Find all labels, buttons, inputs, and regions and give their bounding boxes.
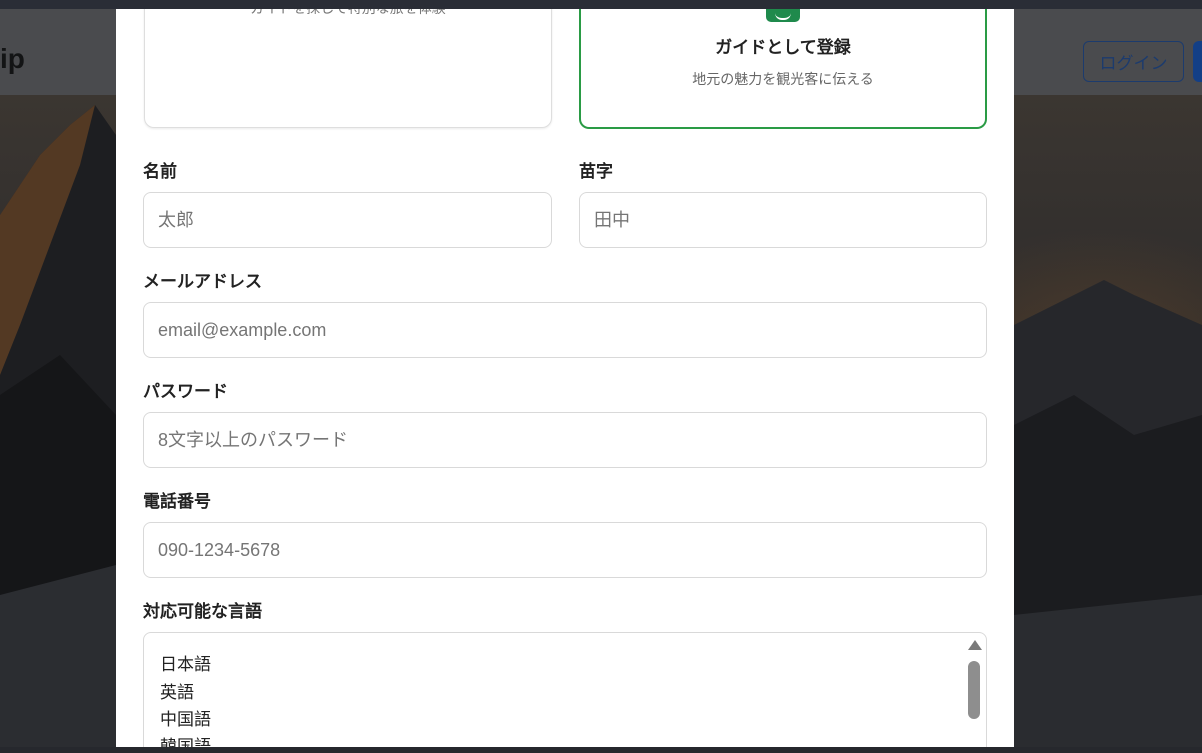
guide-card-description: 地元の魅力を観光客に伝える [692,72,874,88]
traveler-card-description: ガイドを探して特別な旅を体験 [250,9,446,17]
window-bottom-bar [0,747,1202,753]
phone-input[interactable] [143,522,987,578]
language-option[interactable]: 日本語 [160,650,211,675]
login-button[interactable]: ログイン [1083,41,1184,82]
registration-modal: ガイドを探して特別な旅を体験 ガイドとして登録 地元の魅力を観光客に伝える 名前… [116,9,1014,747]
signup-button[interactable] [1193,41,1202,82]
email-input[interactable] [143,302,987,358]
first-name-label: 名前 [143,162,177,182]
mountain-right-image [1014,280,1202,753]
password-input[interactable] [143,412,987,468]
languages-label: 対応可能な言語 [143,602,262,622]
window-top-bar [0,0,1202,9]
password-label: パスワード [143,382,228,402]
email-label: メールアドレス [143,272,262,292]
first-name-input[interactable] [143,192,552,248]
mountain-left-image [0,105,116,753]
last-name-label: 苗字 [579,162,613,182]
scroll-up-arrow-icon[interactable] [968,640,982,650]
guide-role-card[interactable]: ガイドとして登録 地元の魅力を観光客に伝える [579,9,987,129]
guide-card-title: ガイドとして登録 [715,38,851,58]
language-option[interactable]: 英語 [160,678,194,703]
traveler-role-card[interactable]: ガイドを探して特別な旅を体験 [144,9,552,128]
languages-listbox[interactable]: 日本語 英語 中国語 韓国語 [143,632,987,747]
listbox-scrollbar-thumb[interactable] [968,661,980,719]
language-option[interactable]: 韓国語 [160,732,211,747]
brand-logo-text[interactable]: ip [0,43,25,75]
guide-badge-icon [766,9,800,22]
language-option[interactable]: 中国語 [160,705,211,730]
last-name-input[interactable] [579,192,987,248]
phone-label: 電話番号 [143,492,211,512]
